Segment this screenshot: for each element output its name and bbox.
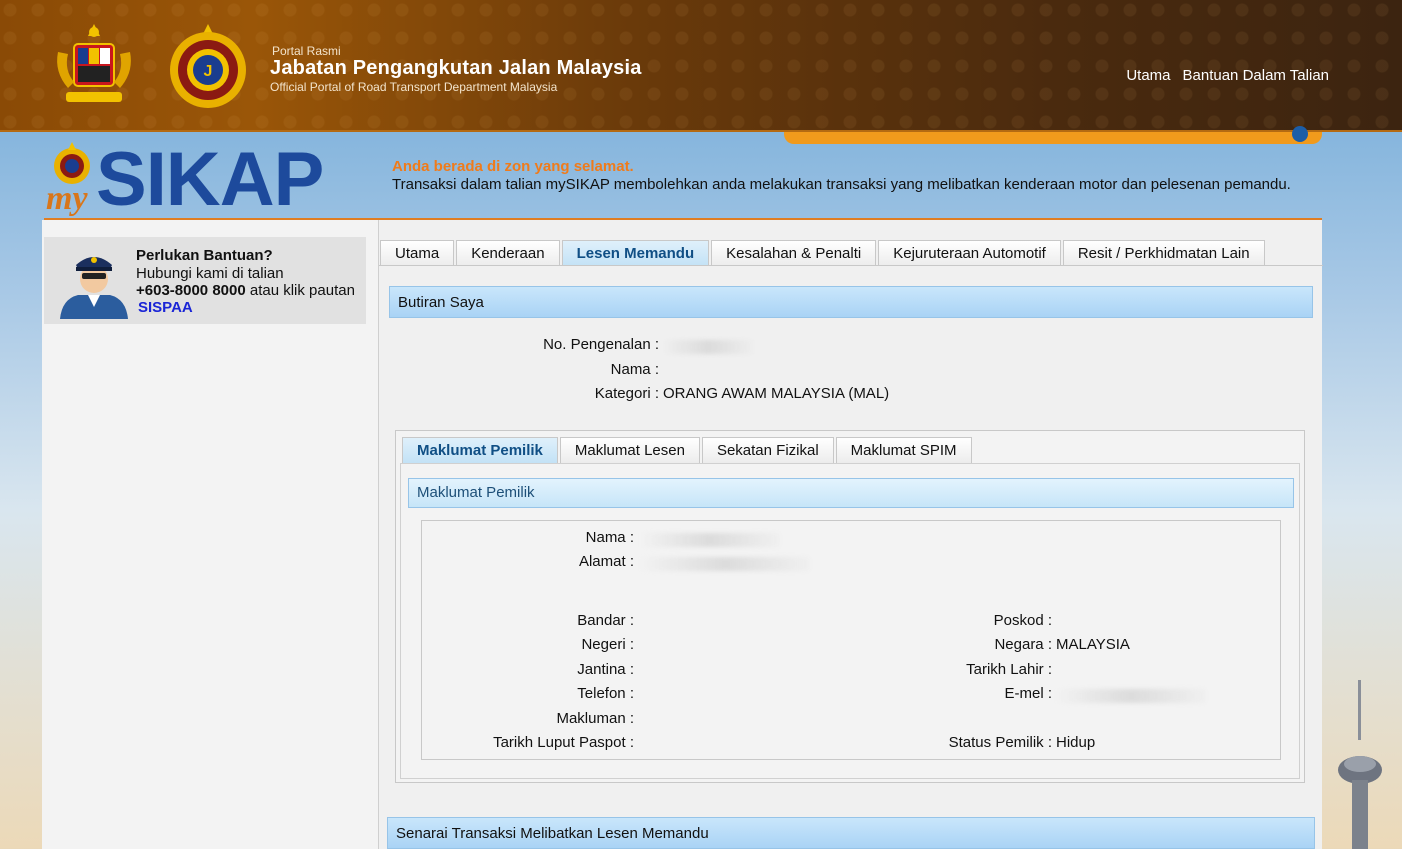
- top-nav: Utama Bantuan Dalam Talian: [1126, 67, 1329, 84]
- owner-info-grid: Nama : Alamat : Bandar : Poskod : Negeri…: [421, 520, 1281, 760]
- nav-link-bantuan[interactable]: Bantuan Dalam Talian: [1183, 67, 1329, 84]
- logo-my-text: my: [46, 180, 88, 217]
- malaysia-coat-of-arms-logo: [57, 24, 131, 102]
- intro-text: Transaksi dalam talian mySIKAP membolehk…: [392, 176, 1291, 193]
- owner-state-label: Negeri :: [581, 636, 634, 653]
- kl-tower-illustration: [1338, 680, 1382, 849]
- owner-status-label: Status Pemilik :: [948, 734, 1052, 751]
- senarai-transaksi-header: Senarai Transaksi Melibatkan Lesen Meman…: [387, 817, 1315, 849]
- support-officer-avatar-icon: [60, 257, 128, 319]
- site-header: J Portal Rasmi Jabatan Pengangkutan Jala…: [0, 0, 1402, 132]
- owner-country-label: Negara :: [994, 636, 1052, 653]
- mysikap-logo: my SIKAP: [44, 140, 344, 220]
- subtab-maklumat-pemilik[interactable]: Maklumat Pemilik: [402, 437, 558, 463]
- owner-name-value: [640, 531, 780, 548]
- id-number-value: [663, 338, 753, 355]
- category-label: Kategori :: [594, 385, 659, 402]
- owner-gender-label: Jantina :: [577, 661, 634, 678]
- safe-zone-notice: Anda berada di zon yang selamat.: [392, 158, 634, 175]
- maklumat-pemilik-header: Maklumat Pemilik: [408, 478, 1294, 508]
- owner-dob-label: Tarikh Lahir :: [966, 661, 1052, 678]
- main-tabs: Utama Kenderaan Lesen Memandu Kesalahan …: [380, 240, 1267, 266]
- butiran-saya-header: Butiran Saya: [389, 286, 1313, 318]
- category-value: ORANG AWAM MALAYSIA (MAL): [663, 385, 890, 402]
- help-phone-suffix: atau klik pautan: [245, 282, 355, 299]
- owner-address-label: Alamat :: [578, 553, 634, 570]
- logo-sikap-text: SIKAP: [96, 137, 324, 222]
- subtab-maklumat-lesen[interactable]: Maklumat Lesen: [559, 437, 700, 463]
- sidebar: Perlukan Bantuan? Hubungi kami di talian…: [42, 220, 378, 849]
- owner-email-label: E-mel :: [1004, 685, 1052, 702]
- help-phone-line: +603-8000 8000 atau klik pautan: [136, 282, 355, 299]
- help-title: Perlukan Bantuan?: [136, 247, 273, 264]
- jpj-emblem-logo: J: [170, 24, 246, 108]
- portal-subtitle: Official Portal of Road Transport Depart…: [270, 80, 558, 94]
- owner-details-box: Maklumat Pemilik Maklumat Lesen Sekatan …: [395, 430, 1305, 783]
- svg-text:J: J: [204, 63, 213, 80]
- tab-kejuruteraan-automotif[interactable]: Kejuruteraan Automotif: [878, 240, 1061, 266]
- subtab-sekatan-fizikal[interactable]: Sekatan Fizikal: [701, 437, 834, 463]
- owner-country-value: MALAYSIA: [1056, 636, 1130, 653]
- help-phone-number: +603-8000 8000: [136, 282, 246, 299]
- owner-phone-label: Telefon :: [577, 685, 634, 702]
- owner-notice-label: Makluman :: [556, 710, 634, 727]
- owner-address-value: [640, 555, 810, 572]
- owner-subpanel: Maklumat Pemilik Nama : Alamat : Bandar …: [400, 463, 1300, 779]
- tab-kesalahan-penalti[interactable]: Kesalahan & Penalti: [711, 240, 877, 266]
- id-number-label: No. Pengenalan :: [543, 336, 659, 353]
- tabs-divider: [379, 265, 1323, 266]
- owner-email-value: [1056, 687, 1206, 704]
- owner-name-label: Nama :: [585, 529, 634, 546]
- tab-lesen-memandu[interactable]: Lesen Memandu: [561, 240, 710, 266]
- owner-passport-expiry-label: Tarikh Luput Paspot :: [493, 734, 634, 751]
- search-button-icon[interactable]: [1292, 126, 1308, 142]
- search-strip: [784, 126, 1322, 144]
- sispaa-link[interactable]: SISPAA: [138, 299, 193, 316]
- help-box: Perlukan Bantuan? Hubungi kami di talian…: [44, 237, 366, 324]
- help-contact-line: Hubungi kami di talian: [136, 265, 284, 282]
- owner-status-value: Hidup: [1056, 734, 1096, 751]
- butiran-fields: No. Pengenalan : Nama : Kategori : ORANG…: [379, 336, 979, 416]
- tab-resit-perkhidmatan[interactable]: Resit / Perkhidmatan Lain: [1062, 240, 1265, 266]
- content-panel: Utama Kenderaan Lesen Memandu Kesalahan …: [378, 220, 1323, 849]
- nav-link-utama[interactable]: Utama: [1126, 67, 1170, 84]
- owner-postcode-label: Poskod :: [993, 612, 1052, 629]
- name-label: Nama :: [610, 361, 659, 378]
- owner-subtabs: Maklumat Pemilik Maklumat Lesen Sekatan …: [402, 437, 974, 463]
- portal-title: Jabatan Pengangkutan Jalan Malaysia: [270, 57, 642, 79]
- subtab-maklumat-spim[interactable]: Maklumat SPIM: [835, 437, 972, 463]
- main-container: Perlukan Bantuan? Hubungi kami di talian…: [42, 220, 1323, 849]
- tab-utama[interactable]: Utama: [380, 240, 455, 266]
- tab-kenderaan[interactable]: Kenderaan: [456, 240, 560, 266]
- portal-small-label: Portal Rasmi: [272, 44, 341, 58]
- owner-city-label: Bandar :: [577, 612, 634, 629]
